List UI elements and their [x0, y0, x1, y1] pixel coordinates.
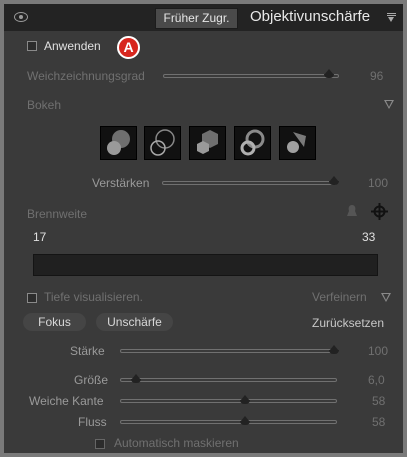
focal-min-value: 17 [33, 230, 47, 244]
flow-label: Fluss [78, 415, 107, 429]
focal-max-value: 33 [362, 230, 376, 244]
reset-button[interactable]: Zurücksetzen [312, 316, 384, 330]
strength-slider-thumb[interactable] [329, 345, 339, 354]
panel-menu-icon[interactable] [387, 13, 396, 22]
feather-slider-thumb[interactable] [240, 395, 251, 404]
refine-label: Verfeinern [312, 290, 367, 304]
boost-slider-track[interactable] [162, 181, 337, 185]
apply-checkbox[interactable] [27, 41, 37, 51]
blade-icon [287, 132, 306, 153]
amount-slider-track[interactable] [163, 74, 339, 78]
size-slider-thumb[interactable] [130, 374, 141, 383]
strength-label: Stärke [70, 344, 105, 358]
boost-value[interactable]: 100 [368, 176, 388, 190]
size-label: Größe [74, 373, 109, 387]
blur-button[interactable]: Unschärfe [96, 313, 173, 331]
feather-label: Weiche Kante [29, 394, 104, 408]
hexagon-icon [197, 130, 218, 154]
bokeh-shape-doughnut[interactable] [234, 126, 271, 160]
bokeh-label: Bokeh [27, 98, 62, 112]
focal-label: Brennweite [27, 207, 88, 221]
previous-state-button[interactable]: Früher Zugr. [155, 8, 238, 29]
size-value[interactable]: 6,0 [368, 373, 385, 387]
automask-checkbox[interactable] [95, 439, 105, 449]
amount-label: Weichzeichnungsgrad [27, 69, 145, 83]
bokeh-shape-hexagon[interactable] [189, 126, 226, 160]
size-slider-track[interactable] [120, 378, 337, 382]
flow-value[interactable]: 58 [372, 415, 385, 429]
flow-slider-track[interactable] [120, 420, 337, 424]
focal-range-bar[interactable] [33, 254, 378, 276]
boost-slider-thumb[interactable] [329, 176, 339, 185]
bokeh-collapse-icon[interactable] [384, 100, 394, 109]
focal-picker-icon[interactable] [345, 204, 359, 219]
visualize-depth-checkbox[interactable] [27, 293, 37, 303]
visualize-depth-label: Tiefe visualisieren. [44, 290, 143, 304]
boost-label: Verstärken [92, 176, 150, 190]
bokeh-shape-ring[interactable] [144, 126, 181, 160]
panel-title: Objektivunschärfe [250, 8, 371, 25]
lens-blur-panel: Früher Zugr. Objektivunschärfe Anwenden … [4, 4, 403, 453]
flow-slider-thumb[interactable] [240, 416, 251, 425]
circle-icon [107, 130, 130, 155]
strength-value[interactable]: 100 [368, 344, 388, 358]
bokeh-shape-blade[interactable] [279, 126, 316, 160]
strength-slider-track[interactable] [120, 349, 337, 353]
doughnut-icon [240, 129, 265, 156]
amount-value[interactable]: 96 [370, 69, 383, 83]
apply-label: Anwenden [44, 39, 101, 53]
target-icon[interactable] [371, 203, 388, 220]
annotation-badge: A [117, 36, 140, 59]
bokeh-shape-circle[interactable] [100, 126, 137, 160]
refine-collapse-icon[interactable] [381, 293, 391, 302]
eye-icon[interactable] [14, 12, 28, 22]
feather-value[interactable]: 58 [372, 394, 385, 408]
focus-button[interactable]: Fokus [23, 313, 86, 331]
ring-icon [150, 129, 175, 156]
amount-slider-thumb[interactable] [324, 69, 335, 78]
feather-slider-track[interactable] [120, 399, 337, 403]
panel-header: Früher Zugr. Objektivunschärfe [4, 4, 403, 31]
automask-label: Automatisch maskieren [114, 436, 239, 450]
